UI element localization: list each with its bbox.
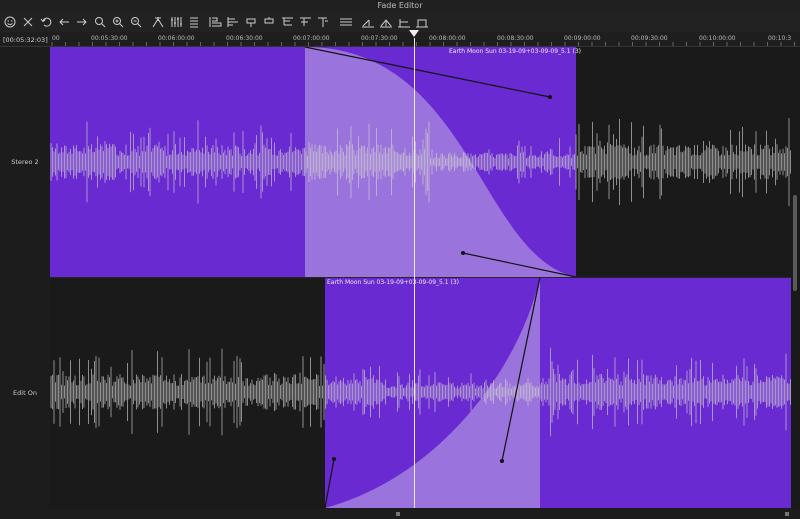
scroll-marker[interactable] bbox=[396, 512, 400, 516]
ruler-label: 00:10:3 bbox=[768, 35, 792, 42]
align-start-icon[interactable] bbox=[298, 14, 314, 30]
clip-title-track-2: Earth Moon Sun 03-19-09+03-09-09_5.1 (3) bbox=[327, 279, 459, 286]
arrow-right-icon[interactable] bbox=[74, 14, 90, 30]
ruler-label: 00:09:30:00 bbox=[631, 35, 668, 42]
horizontal-scrollbar[interactable] bbox=[0, 509, 800, 519]
align-end-icon[interactable] bbox=[316, 14, 332, 30]
track-1 bbox=[50, 47, 794, 278]
track-2 bbox=[50, 276, 794, 508]
window-title: Fade Editor bbox=[0, 0, 800, 12]
toolbar bbox=[0, 12, 800, 32]
track-header-stereo-2[interactable]: Stereo 2 bbox=[0, 158, 50, 166]
clip-title-track-1: Earth Moon Sun 03-19-09+03-09-09_5.1 (3) bbox=[449, 48, 581, 55]
track-header-edit-on[interactable]: Edit On bbox=[0, 389, 50, 397]
fade-in-icon[interactable] bbox=[338, 14, 354, 30]
split-icon[interactable] bbox=[150, 14, 166, 30]
playhead[interactable] bbox=[414, 38, 415, 508]
zoom-in-icon[interactable] bbox=[110, 14, 126, 30]
timeline-ruler[interactable]: [00:05:32:03] 00 00:05:30:00 00:06:00:00… bbox=[0, 32, 800, 47]
vertical-scrollbar[interactable] bbox=[791, 47, 800, 508]
search-icon[interactable] bbox=[92, 14, 108, 30]
vertical-scrollbar-thumb[interactable] bbox=[793, 195, 797, 291]
undo-icon[interactable] bbox=[38, 14, 54, 30]
fade-join-icon[interactable] bbox=[414, 14, 430, 30]
align-icon[interactable] bbox=[208, 14, 224, 30]
track-headers: Stereo 2 Edit On bbox=[0, 47, 50, 509]
timeline-canvas[interactable]: Earth Moon Sun 03-19-09+03-09-09_5.1 (3)… bbox=[50, 47, 794, 508]
close-icon[interactable] bbox=[20, 14, 36, 30]
fade-curve-icon[interactable] bbox=[396, 14, 412, 30]
smiley-icon[interactable] bbox=[2, 14, 18, 30]
align-bottom-icon[interactable] bbox=[280, 14, 296, 30]
ruler-label: 00 bbox=[52, 35, 60, 42]
ruler-label: 00:07:30:00 bbox=[361, 35, 398, 42]
fade-in-handle-1[interactable] bbox=[332, 457, 336, 461]
ruler-label: 00:08:30:00 bbox=[497, 35, 534, 42]
align-left-icon[interactable] bbox=[226, 14, 242, 30]
crossfade-icon[interactable] bbox=[378, 14, 394, 30]
ruler-label: 00:09:00:00 bbox=[564, 35, 601, 42]
ruler-label: 00:07:00:00 bbox=[293, 35, 330, 42]
fade-out-handle-2[interactable] bbox=[461, 251, 465, 255]
ruler-label: 00:06:00:00 bbox=[158, 35, 195, 42]
align-top-icon[interactable] bbox=[262, 14, 278, 30]
arrow-left-icon[interactable] bbox=[56, 14, 72, 30]
ruler-label: 00:08:00:00 bbox=[429, 35, 466, 42]
ruler-label: 00:05:30:00 bbox=[91, 35, 128, 42]
fade-out-icon[interactable] bbox=[360, 14, 376, 30]
fade-out-handle-1[interactable] bbox=[548, 95, 552, 99]
mixer-icon[interactable] bbox=[168, 14, 184, 30]
scroll-marker[interactable] bbox=[785, 512, 789, 516]
list-icon[interactable] bbox=[186, 14, 202, 30]
ruler-label: 00:06:30:00 bbox=[226, 35, 263, 42]
align-right-icon[interactable] bbox=[244, 14, 260, 30]
fade-in-handle-2[interactable] bbox=[500, 459, 504, 463]
ruler-label: 00:10:00:00 bbox=[699, 35, 736, 42]
zoom-out-icon[interactable] bbox=[128, 14, 144, 30]
playhead-handle[interactable] bbox=[409, 30, 419, 37]
